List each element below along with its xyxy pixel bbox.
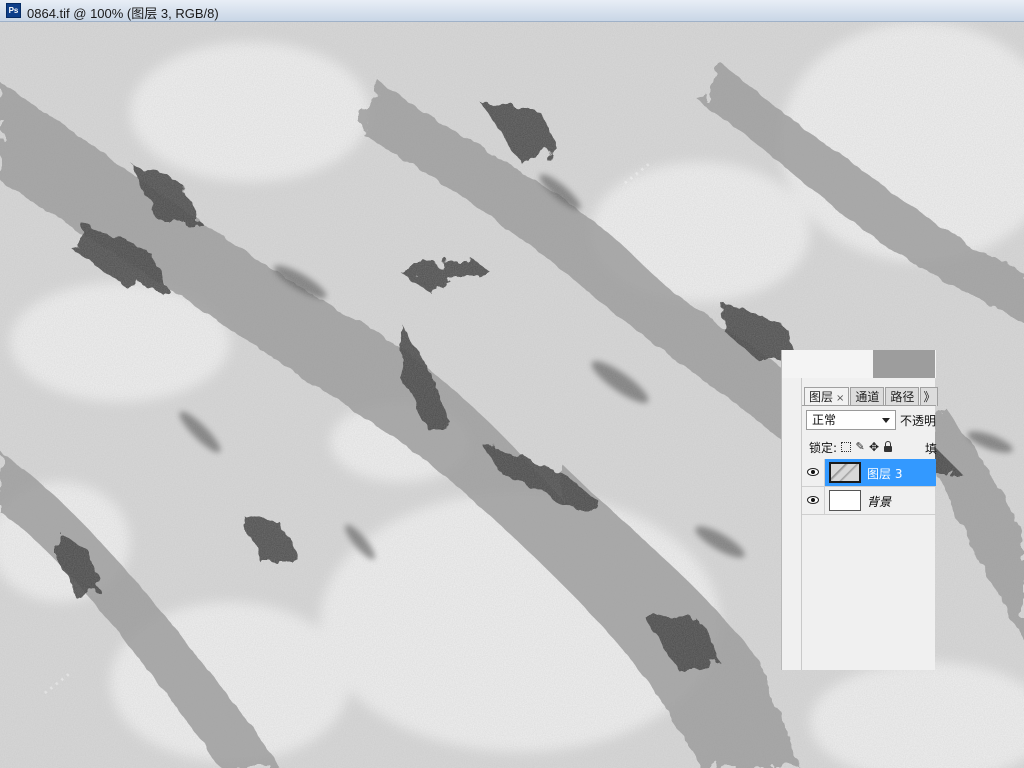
visibility-toggle[interactable] [802, 459, 825, 486]
layer-row-layer3[interactable]: 图层 3 [802, 459, 936, 487]
panel-dock-gray-area [873, 350, 935, 378]
layer-row-background[interactable]: 背景 [802, 487, 936, 515]
brush-icon[interactable]: ✎ [855, 441, 865, 452]
tab-layers-label: 图层 [809, 390, 834, 404]
tab-channels-label: 通道 [855, 390, 880, 404]
tabs-underline [802, 405, 936, 406]
padlock-icon[interactable] [883, 441, 893, 452]
eye-icon [807, 496, 819, 504]
tab-paths[interactable]: 路径 [885, 387, 920, 406]
lock-label: 锁定: [809, 440, 838, 455]
photoshop-icon: Ps [6, 3, 21, 18]
layers-panel: 图层 × 通道 路径 》 正常 不透明 锁定: ✎ ✥ 填 图层 3 背景 [781, 350, 939, 670]
chevron-down-icon [882, 418, 890, 423]
panel-divider [801, 378, 802, 670]
photoshop-window: Ps 0864.tif @ 100% (图层 3, RGB/8) ····· ·… [0, 0, 1024, 768]
layer-name-cell[interactable]: 图层 3 [825, 459, 936, 486]
layer-name: 背景 [867, 495, 892, 509]
move-icon[interactable]: ✥ [869, 441, 879, 453]
tab-paths-label: 路径 [890, 390, 915, 404]
close-icon[interactable]: × [836, 393, 844, 404]
tab-layers[interactable]: 图层 × [804, 387, 850, 406]
tab-channels[interactable]: 通道 [850, 387, 885, 406]
tab-more-label: 》 [923, 390, 936, 404]
lock-row: 锁定: ✎ ✥ [809, 439, 893, 455]
layer-thumbnail [829, 462, 861, 483]
layer-thumbnail [829, 490, 861, 511]
document-title-bar[interactable]: Ps 0864.tif @ 100% (图层 3, RGB/8) [0, 0, 1024, 22]
fill-label: 填 [925, 442, 938, 456]
opacity-label: 不透明 [900, 414, 937, 428]
layer-name: 图层 3 [867, 467, 903, 481]
tab-more[interactable]: 》 [920, 387, 939, 406]
panel-tabs: 图层 × 通道 路径 》 [804, 387, 939, 406]
layer-name-cell[interactable]: 背景 [825, 487, 936, 514]
blend-mode-value: 正常 [812, 413, 837, 427]
eye-icon [807, 468, 819, 476]
lock-transparent-icon[interactable] [841, 442, 852, 452]
blend-mode-select[interactable]: 正常 [806, 410, 896, 430]
document-title: 0864.tif @ 100% (图层 3, RGB/8) [27, 6, 219, 21]
visibility-toggle[interactable] [802, 487, 825, 514]
